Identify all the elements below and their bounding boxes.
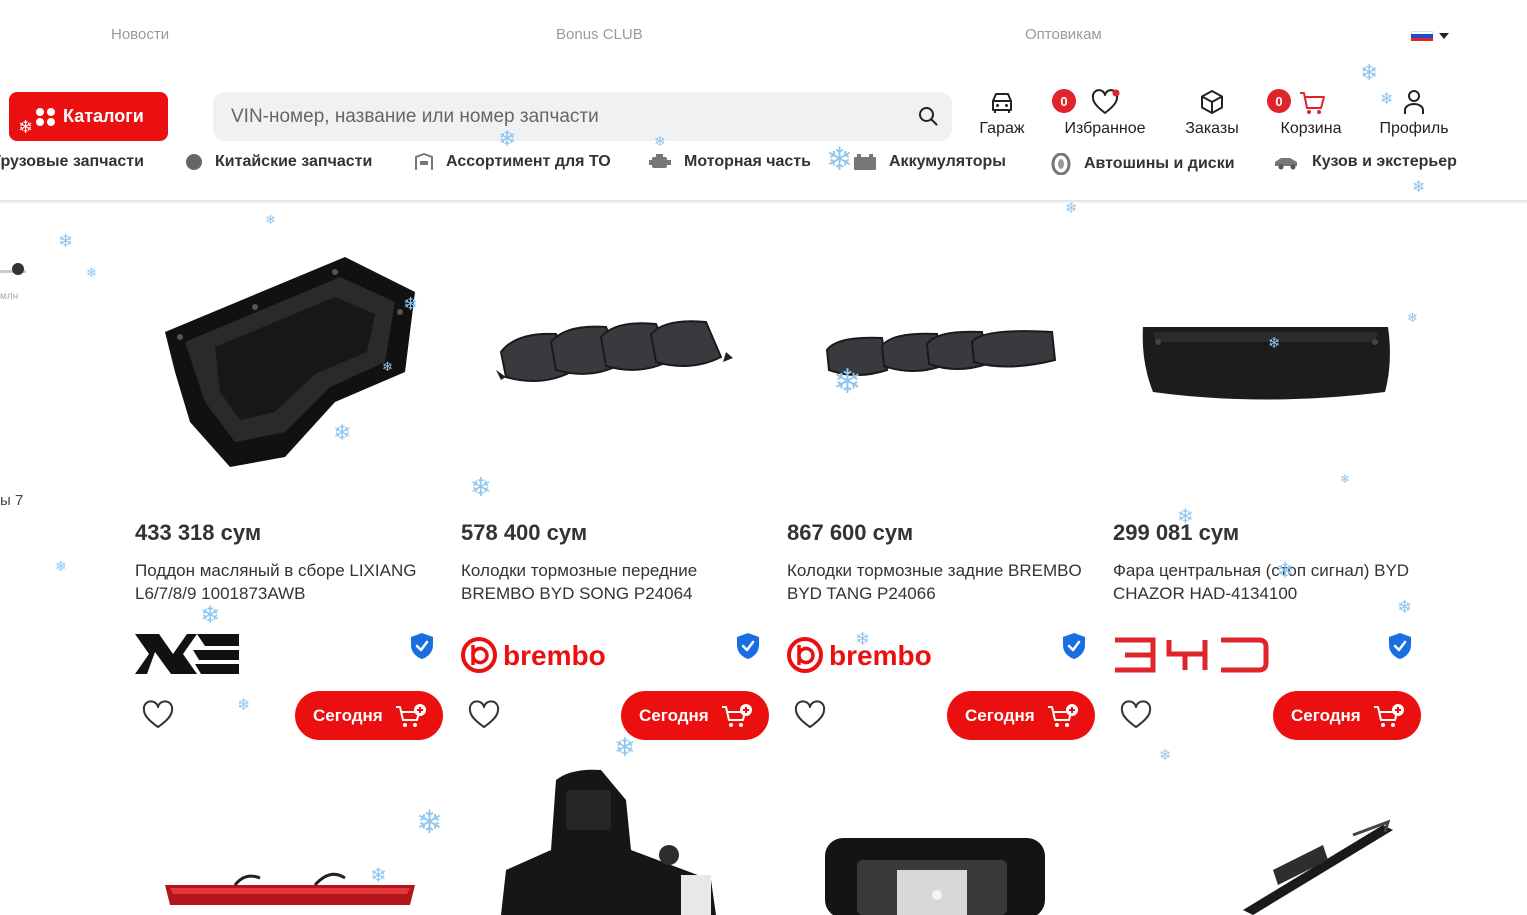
cart-plus-icon (722, 704, 752, 727)
snowflake-icon: ❄ (265, 212, 276, 227)
garage-icon (992, 93, 1012, 113)
box-icon (1201, 90, 1223, 114)
favorite-heart-icon[interactable] (467, 700, 501, 730)
circle-icon (186, 154, 202, 170)
favorite-heart-icon[interactable] (1119, 700, 1153, 730)
catalog-grid-icon (36, 108, 56, 126)
product-price: 299 081 сум (1113, 520, 1240, 545)
favorite-heart-icon[interactable] (141, 700, 175, 730)
garage-button[interactable]: Гараж (976, 88, 1028, 138)
category-chinese[interactable]: Китайские запчасти (185, 153, 372, 171)
profile-button[interactable]: Профиль (1378, 88, 1450, 138)
product-image-light-strip[interactable] (1113, 760, 1423, 915)
sidebar-count-text: ы 7 (0, 492, 24, 509)
search-bar[interactable] (213, 92, 952, 141)
brembo-logo-icon: brembo (787, 637, 932, 673)
garage-label: Гараж (979, 120, 1025, 137)
verified-shield-icon (737, 633, 759, 659)
verified-shield-icon (1389, 633, 1411, 659)
link-news[interactable]: Новости (111, 26, 169, 43)
snowflake-icon: ❄ (55, 558, 67, 574)
product-image-oil-pan[interactable] (135, 252, 445, 492)
category-maintenance[interactable]: Ассортимент для ТО (414, 153, 611, 171)
category-batteries[interactable]: Аккумуляторы (853, 153, 1006, 171)
search-input[interactable] (231, 92, 901, 141)
battery-icon (854, 154, 876, 170)
today-label: Сегодня (1291, 705, 1361, 725)
profile-label: Профиль (1379, 120, 1449, 137)
lift-icon (415, 153, 433, 170)
verified-shield-icon (1063, 633, 1085, 659)
snowflake-icon: ❄ (58, 231, 74, 251)
link-bonus-club[interactable]: Bonus CLUB (556, 26, 643, 43)
product-image-red-light-bar[interactable] (135, 760, 445, 915)
car-body-icon (1275, 158, 1297, 170)
link-wholesale[interactable]: Оптовикам (1025, 26, 1102, 43)
price-slider-handle[interactable] (12, 263, 24, 275)
snowflake-icon: ❄ (1360, 60, 1379, 85)
product-image-stop-light[interactable] (1113, 252, 1423, 492)
product-title[interactable]: Фара центральная (стоп сигнал) BYD CHAZO… (1113, 559, 1423, 605)
product-title[interactable]: Колодки тормозные задние BREMBO BYD TANG… (787, 559, 1097, 605)
category-trucks[interactable]: Грузовые запчасти (0, 153, 144, 171)
product-title[interactable]: Колодки тормозные передние BREMBO BYD SO… (461, 559, 771, 605)
snowflake-icon: ❄ (614, 732, 636, 762)
cart-plus-icon (1048, 704, 1078, 727)
byd-logo-icon (1115, 637, 1269, 673)
today-label: Сегодня (965, 705, 1035, 725)
favorites-label: Избранное (1064, 120, 1146, 137)
today-label: Сегодня (639, 705, 709, 725)
search-icon[interactable] (918, 106, 938, 126)
add-to-cart-today-button[interactable]: Сегодня (947, 691, 1095, 740)
product-price: 867 600 сум (787, 520, 914, 545)
header-divider (0, 200, 1527, 203)
add-to-cart-today-button[interactable]: Сегодня (621, 691, 769, 740)
orders-button[interactable]: Заказы (1180, 88, 1244, 138)
catalog-label: Каталоги (63, 106, 144, 126)
engine-icon (649, 154, 671, 168)
tire-icon (1051, 153, 1071, 175)
svg-text:brembo: brembo (829, 640, 932, 671)
cart-icon (1300, 92, 1325, 114)
product-price: 578 400 сум (461, 520, 588, 545)
catalog-button[interactable]: Каталоги (9, 92, 168, 141)
top-links: Новости Bonus CLUB Оптовикам (0, 26, 1527, 48)
add-to-cart-today-button[interactable]: Сегодня (1273, 691, 1421, 740)
category-body[interactable]: Кузов и экстерьер (1274, 153, 1457, 171)
orders-label: Заказы (1185, 120, 1239, 137)
svg-text:brembo: brembo (503, 640, 606, 671)
cart-count-badge: 0 (1267, 89, 1291, 113)
language-flag-icon[interactable] (1411, 31, 1433, 42)
add-to-cart-today-button[interactable]: Сегодня (295, 691, 443, 740)
lixiang-logo-icon (135, 634, 239, 674)
product-image-brake-pads-rear[interactable] (787, 252, 1097, 492)
snowflake-icon: ❄ (1412, 179, 1426, 196)
snowflake-icon: ❄ (1065, 200, 1078, 217)
product-price: 433 318 сум (135, 520, 262, 545)
brembo-logo-icon: brembo (461, 637, 606, 673)
favorites-count-badge: 0 (1052, 89, 1076, 113)
snowflake-icon: ❄ (237, 697, 251, 714)
product-image-sensor[interactable] (461, 760, 771, 915)
favorite-heart-icon[interactable] (793, 700, 827, 730)
price-slider-unit: млн (0, 291, 19, 302)
snowflake-icon: ❄ (200, 602, 221, 629)
product-image-plate-light[interactable] (787, 760, 1097, 915)
language-caret-icon[interactable] (1439, 33, 1449, 39)
heart-icon (1091, 89, 1120, 114)
category-nav: Грузовые запчасти Китайские запчасти Асс… (0, 153, 1527, 177)
category-engine[interactable]: Моторная часть (648, 153, 811, 171)
user-icon (1404, 90, 1424, 114)
cart-plus-icon (1374, 704, 1404, 727)
category-tires[interactable]: Автошины и диски (1050, 153, 1235, 175)
cart-plus-icon (396, 704, 426, 727)
verified-shield-icon (411, 633, 433, 659)
snowflake-icon: ❄ (86, 265, 97, 280)
product-image-brake-pads-front[interactable] (461, 252, 771, 492)
product-title[interactable]: Поддон масляный в сборе LIXIANG L6/7/8/9… (135, 559, 445, 605)
today-label: Сегодня (313, 705, 383, 725)
cart-label: Корзина (1280, 120, 1342, 137)
